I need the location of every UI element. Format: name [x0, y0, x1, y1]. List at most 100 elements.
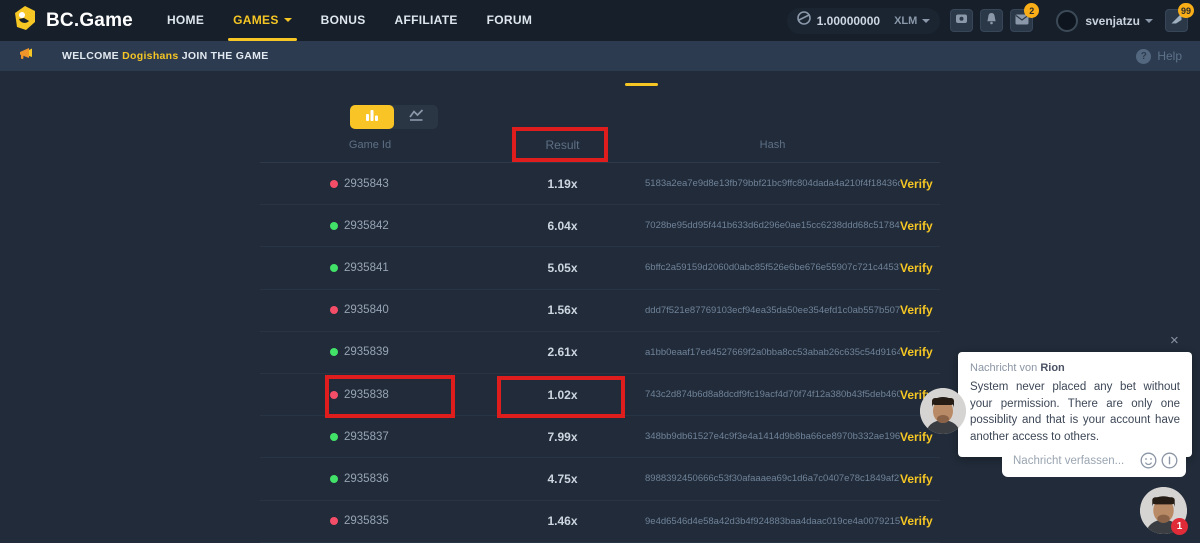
xlm-coin-icon	[797, 11, 811, 30]
chevron-down-icon	[922, 19, 930, 23]
chat-message-text: System never placed any bet without your…	[970, 379, 1180, 446]
bell-icon	[985, 12, 998, 30]
banner-welcome: WELCOME	[62, 50, 119, 62]
chat-unread-badge: 1	[1171, 518, 1188, 535]
tab-trend-chart[interactable]	[394, 105, 438, 129]
header-hash: Hash	[645, 139, 900, 151]
annotation-box-result-header	[512, 127, 608, 162]
verify-link[interactable]: Verify	[900, 514, 940, 528]
brand-logo[interactable]: BC.Game	[12, 5, 133, 36]
messages-badge: 2	[1024, 3, 1039, 18]
green-status-dot-icon	[330, 433, 338, 441]
close-icon[interactable]: ×	[1170, 333, 1179, 348]
user-avatar	[1056, 10, 1078, 32]
table-row: 29358431.19x5183a2ea7e9d8e13fb79bbf21bc9…	[260, 163, 940, 205]
welcome-banner: WELCOME Dogishans JOIN THE GAME ? Help	[0, 41, 1200, 71]
hash-value: 6bffc2a59159d2060d0abc85f526e6be676e5590…	[645, 262, 900, 273]
result-value: 5.05x	[480, 261, 645, 275]
table-row: 29358401.56xddd7f521e87769103ecf94ea35da…	[260, 290, 940, 332]
nav-item-forum[interactable]: FORUM	[487, 0, 533, 41]
table-body: 29358431.19x5183a2ea7e9d8e13fb79bbf21bc9…	[260, 163, 940, 543]
annotation-box-result-value	[497, 376, 625, 418]
hash-value: a1bb0eaaf17ed4527669f2a0bba8cc53abab26c6…	[645, 347, 900, 358]
emoji-icon[interactable]	[1140, 452, 1157, 469]
game-id-value: 2935841	[344, 262, 389, 274]
hash-value: 8988392450666c53f30afaaaea69c1d6a7c0407e…	[645, 473, 900, 484]
help-button[interactable]: ? Help	[1136, 49, 1182, 64]
game-id-cell: 2935841	[260, 262, 480, 274]
verify-link[interactable]: Verify	[900, 261, 940, 275]
green-status-dot-icon	[330, 348, 338, 356]
chat-badge: 99	[1178, 3, 1194, 18]
history-view-tabs	[350, 105, 438, 129]
result-value: 7.99x	[480, 430, 645, 444]
banner-text: WELCOME Dogishans JOIN THE GAME	[62, 50, 269, 62]
game-id-cell: 2935842	[260, 220, 480, 232]
verify-link[interactable]: Verify	[900, 177, 940, 191]
chat-sender-avatar[interactable]	[920, 388, 966, 434]
chat-input-bar	[1002, 444, 1186, 477]
brand-name: BC.Game	[46, 10, 133, 32]
verify-link[interactable]: Verify	[900, 219, 940, 233]
user-menu[interactable]: svenjatzu	[1056, 10, 1153, 32]
table-row: 2935836 4.75x8988392450666c53f30afaaaea69…	[260, 458, 940, 500]
chevron-down-icon	[1145, 19, 1153, 23]
notifications-button[interactable]	[980, 9, 1003, 32]
hash-value: 348bb9db61527e4c9f3e4a1414d9b8ba66ce8970…	[645, 431, 900, 442]
chevron-down-icon	[284, 18, 292, 22]
game-id-value: 2935835	[344, 515, 389, 527]
message-from-label: Nachricht von	[970, 362, 1037, 374]
game-id-value: 2935837	[344, 431, 389, 443]
annotation-box-game-id	[325, 375, 455, 418]
vault-icon	[955, 12, 968, 30]
verify-link[interactable]: Verify	[900, 303, 940, 317]
game-id-value: 2935843	[344, 178, 389, 190]
table-row: 2935841 5.05x6bffc2a59159d2060d0abc85f526…	[260, 247, 940, 289]
game-id-cell: 2935835	[260, 515, 480, 527]
red-status-dot-icon	[330, 180, 338, 188]
currency-label: XLM	[894, 15, 917, 27]
bc-game-logo-icon	[12, 5, 38, 36]
hash-value: 5183a2ea7e9d8e13fb79bbf21bc9ffc804dada4a…	[645, 178, 900, 189]
balance-amount: 1.00000000	[817, 14, 880, 28]
nav-item-bonus[interactable]: BONUS	[321, 0, 366, 41]
chat-message-card: Nachricht von Rion System never placed a…	[958, 352, 1192, 457]
result-value: 1.46x	[480, 514, 645, 528]
hash-value: ddd7f521e87769103ecf94ea35da50ee354efd1c…	[645, 305, 900, 316]
banner-join: JOIN THE GAME	[182, 50, 269, 62]
result-value: 4.75x	[480, 472, 645, 486]
balance-display[interactable]: 1.00000000 XLM	[787, 8, 941, 34]
header-game-id: Game Id	[260, 139, 480, 151]
nav-item-affiliate[interactable]: AFFILIATE	[395, 0, 458, 41]
nav-item-games[interactable]: GAMES	[233, 0, 292, 41]
banner-player-name: Dogishans	[122, 50, 178, 62]
green-status-dot-icon	[330, 264, 338, 272]
verify-link[interactable]: Verify	[900, 345, 940, 359]
tab-bar-chart[interactable]	[350, 105, 394, 129]
bc-game-page: BC.Game HOME GAMES BONUS AFFILIATE FORUM 1.0…	[0, 0, 1200, 543]
red-status-dot-icon	[330, 306, 338, 314]
chat-message-input[interactable]	[1013, 455, 1136, 467]
username: svenjatzu	[1085, 14, 1140, 28]
game-id-value: 2935836	[344, 473, 389, 485]
chat-toggle-button[interactable]: 99	[1165, 9, 1188, 32]
vault-button[interactable]	[950, 9, 973, 32]
game-id-cell: 2935843	[260, 178, 480, 190]
green-status-dot-icon	[330, 222, 338, 230]
info-icon[interactable]	[1161, 452, 1178, 469]
green-status-dot-icon	[330, 475, 338, 483]
result-value: 6.04x	[480, 219, 645, 233]
messages-button[interactable]: 2	[1010, 9, 1033, 32]
result-value: 2.61x	[480, 345, 645, 359]
currency-selector[interactable]: XLM	[894, 15, 930, 27]
message-sender: Rion	[1040, 362, 1064, 374]
table-row: 2935837 7.99x348bb9db61527e4c9f3e4a1414d9…	[260, 416, 940, 458]
bar-chart-icon	[365, 108, 379, 126]
hash-value: 743c2d874b6d8a8dcdf9fc19acf4d70f74f12a38…	[645, 389, 900, 400]
verify-link[interactable]: Verify	[900, 472, 940, 486]
trend-chart-icon	[409, 108, 424, 126]
table-row: 29358392.61xa1bb0eaaf17ed4527669f2a0bba8…	[260, 332, 940, 374]
topbar-right: 1.00000000 XLM	[787, 8, 1188, 34]
table-row: 29358426.04x7028be95dd95f441b633d6d296e0…	[260, 205, 940, 247]
nav-item-home[interactable]: HOME	[167, 0, 204, 41]
